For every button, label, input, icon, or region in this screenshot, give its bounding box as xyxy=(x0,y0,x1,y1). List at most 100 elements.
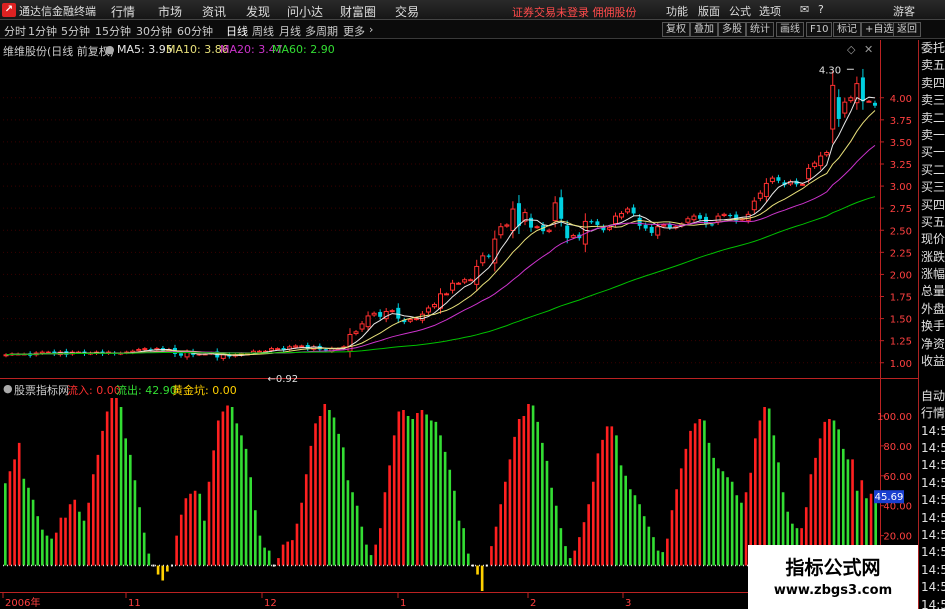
candle-body xyxy=(529,217,534,228)
candle-body xyxy=(655,226,661,236)
time-label: 2 xyxy=(530,598,536,609)
sidebar-item[interactable]: 14:56 xyxy=(919,527,945,544)
candle-body xyxy=(353,331,359,335)
price-tick-label: 3.50 xyxy=(890,138,912,149)
sidebar-item[interactable] xyxy=(919,370,945,387)
time-label: 12 xyxy=(264,598,277,609)
sidebar-item[interactable]: 换手 xyxy=(919,318,945,335)
sidebar-item[interactable]: 14:56 xyxy=(919,544,945,561)
sidebar-item[interactable]: 自动 xyxy=(919,388,945,405)
price-tick-label: 2.50 xyxy=(890,226,912,237)
close-pane-icon[interactable]: ✕ xyxy=(864,43,873,56)
sidebar-item[interactable]: 买五 xyxy=(919,214,945,231)
sidebar-item[interactable]: 行情 xyxy=(919,405,945,422)
sidebar-item[interactable]: 买二 xyxy=(919,162,945,179)
candle-body xyxy=(860,77,865,102)
candle-body xyxy=(419,313,425,321)
sidebar-item[interactable]: 买一 xyxy=(919,144,945,161)
candle-body xyxy=(613,215,618,225)
price-tick-label: 2.25 xyxy=(890,248,912,259)
ma10-line xyxy=(5,110,876,356)
sidebar-item[interactable]: 买四 xyxy=(919,197,945,214)
sidebar-item[interactable]: 卖二 xyxy=(919,110,945,127)
watermark-title: 指标公式网 xyxy=(785,557,881,579)
sidebar-item[interactable]: 收益 xyxy=(919,353,945,370)
candle-body xyxy=(559,197,564,219)
candle-body xyxy=(721,213,727,216)
chart-title: 维维股份(日线 前复权) xyxy=(3,45,115,58)
price-tick-label: 4.00 xyxy=(890,94,912,105)
candle-body xyxy=(643,224,648,229)
sidebar-item[interactable]: 委托 xyxy=(919,40,945,57)
indicator-bars xyxy=(3,398,878,591)
candle-body xyxy=(830,84,836,130)
candle-body xyxy=(595,221,600,225)
sidebar-item[interactable]: 卖一 xyxy=(919,127,945,144)
candle-body xyxy=(872,102,877,106)
candle-body xyxy=(299,345,305,348)
diamond-icon[interactable]: ◇ xyxy=(847,43,855,56)
sidebar-item[interactable]: 外盘 xyxy=(919,301,945,318)
sidebar-item[interactable]: 14:55 xyxy=(919,475,945,492)
legend-gold-pit: 黄金坑: 0.00 xyxy=(172,384,237,397)
watermark-url: www.zbgs3.com xyxy=(773,583,893,598)
candle-body xyxy=(710,224,715,226)
sidebar-item[interactable]: 总量 xyxy=(919,283,945,300)
price-tick-label: 3.00 xyxy=(890,182,912,193)
sidebar-item[interactable]: 14:55 xyxy=(919,440,945,457)
indicator-dot-icon: ● xyxy=(3,382,13,395)
price-annotation: 4.30 xyxy=(819,65,841,76)
candle-body xyxy=(462,279,468,283)
candle-body xyxy=(751,200,757,211)
sidebar-item[interactable]: 14:56 xyxy=(919,597,945,609)
candle-body xyxy=(565,225,570,239)
candle-body xyxy=(504,224,510,227)
chart-area[interactable]: 1.00 1.25 1.50 1.75 2.00 2.25 2.50 2.75 3.00 3.25… xyxy=(0,0,918,609)
candle-body xyxy=(220,354,226,359)
sidebar-item[interactable]: 涨跌 xyxy=(919,249,945,266)
ma20-line xyxy=(5,145,876,356)
candle-body xyxy=(413,318,419,321)
candle-body xyxy=(806,167,812,180)
candle-body xyxy=(757,192,763,199)
time-label: 2006年 xyxy=(5,596,40,609)
candle-body xyxy=(323,349,328,351)
candle-body xyxy=(546,229,552,232)
sidebar-item[interactable]: 净资 xyxy=(919,336,945,353)
candle-body xyxy=(836,97,841,119)
candle-body xyxy=(359,323,365,330)
candle-body xyxy=(631,207,636,214)
price-axis: 1.00 1.25 1.50 1.75 2.00 2.25 2.50 2.75 3.00 3.25… xyxy=(3,94,912,543)
sidebar-item[interactable]: 14:55 xyxy=(919,457,945,474)
zero-dot xyxy=(152,564,155,567)
legend-ma60: MA60: 2.90 xyxy=(272,43,335,56)
candle-body xyxy=(589,221,594,223)
sidebar-item[interactable]: 卖四 xyxy=(919,75,945,92)
candle-body xyxy=(866,100,872,103)
zero-dot xyxy=(272,564,275,567)
candle-body xyxy=(371,312,377,316)
candle-body xyxy=(818,155,824,167)
sidebar-item[interactable]: 涨幅 xyxy=(919,266,945,283)
sidebar-item[interactable]: 买三 xyxy=(919,179,945,196)
sidebar-item[interactable]: 14:56 xyxy=(919,579,945,596)
legend-inflow: 流入: 0.00 xyxy=(67,384,121,397)
sidebar-item[interactable]: 14:56 xyxy=(919,510,945,527)
candle-body xyxy=(685,218,691,223)
sidebar-item[interactable]: 14:55 xyxy=(919,492,945,509)
candle-body xyxy=(606,227,612,230)
candle-body xyxy=(269,348,275,351)
price-tick-label: 2.00 xyxy=(890,270,912,281)
sidebar-item[interactable]: 卖三 xyxy=(919,92,945,109)
candle-body xyxy=(425,307,431,313)
time-label: 3 xyxy=(625,598,631,609)
candle-body xyxy=(848,97,854,102)
zero-dot xyxy=(471,564,474,567)
sidebar-item[interactable]: 现价 xyxy=(919,231,945,248)
candle-body xyxy=(365,315,371,328)
sidebar-item[interactable]: 14:56 xyxy=(919,562,945,579)
candle-body xyxy=(715,215,721,223)
sidebar-item[interactable]: 卖五 xyxy=(919,57,945,74)
price-tick-label: 1.75 xyxy=(890,293,912,304)
sidebar-item[interactable]: 14:55 xyxy=(919,423,945,440)
